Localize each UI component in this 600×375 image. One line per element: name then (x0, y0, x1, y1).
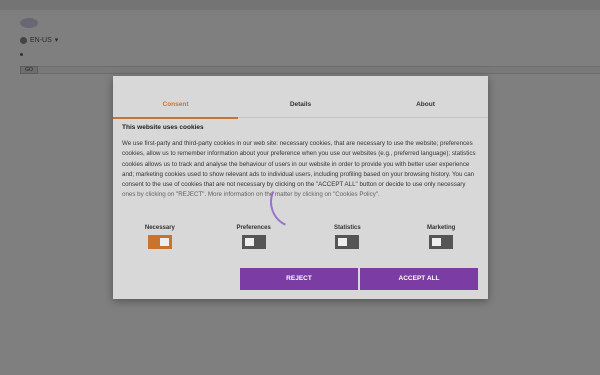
toggle-label: Preferences (236, 225, 271, 231)
toggle-preferences: Preferences (207, 224, 301, 254)
switch-knob (159, 238, 169, 246)
statistics-switch[interactable] (335, 235, 360, 249)
toggle-label: Marketing (426, 225, 456, 231)
cookie-consent-dialog: Consent Details About This website uses … (113, 76, 488, 299)
reject-button[interactable]: REJECT (240, 268, 358, 290)
tab-about[interactable]: About (363, 76, 488, 118)
toggle-statistics: Statistics (301, 224, 395, 254)
cookie-toggles: Necessary Preferences Statistics Marketi… (113, 224, 488, 254)
toggle-necessary: Necessary (113, 224, 207, 254)
tab-details[interactable]: Details (238, 76, 363, 118)
accept-all-button[interactable]: ACCEPT ALL (360, 268, 478, 290)
tab-consent[interactable]: Consent (113, 76, 238, 119)
dialog-tabs: Consent Details About (113, 76, 488, 119)
switch-knob (338, 238, 348, 246)
toggle-label: Necessary (144, 225, 175, 231)
necessary-switch[interactable] (147, 235, 172, 249)
marketing-switch[interactable] (429, 235, 454, 249)
toggle-marketing: Marketing (394, 224, 488, 254)
switch-knob (244, 238, 254, 246)
toggle-label: Statistics (334, 225, 361, 231)
switch-knob (432, 238, 442, 246)
dialog-heading: This website uses cookies (122, 124, 204, 131)
preferences-switch[interactable] (241, 235, 266, 249)
